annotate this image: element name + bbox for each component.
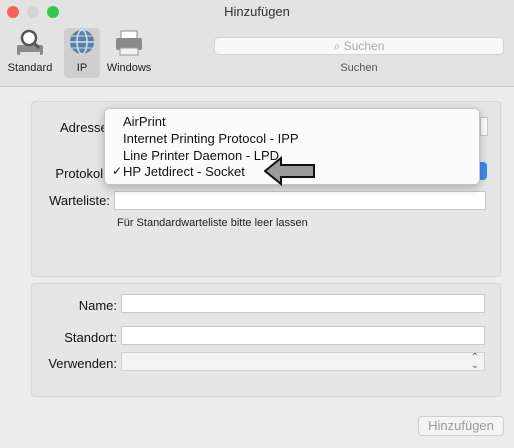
menu-item-ipp[interactable]: Internet Printing Protocol - IPP <box>105 131 479 147</box>
tool-ip-label: IP <box>76 62 88 74</box>
location-label: Standort: <box>64 330 117 345</box>
queue-hint: Für Standardwarteliste bitte leer lassen <box>117 217 308 229</box>
magnifier-printer-icon <box>17 29 43 56</box>
windows-printer-icon <box>116 30 142 56</box>
search-label: Suchen <box>340 62 378 74</box>
tool-standard-label: Standard <box>7 62 53 74</box>
menu-item-label: Internet Printing Protocol - IPP <box>123 131 299 146</box>
checkmark-icon: ✓ <box>112 164 123 178</box>
tool-windows[interactable]: Windows <box>104 28 154 78</box>
search-input[interactable]: ⌕ Suchen <box>214 37 504 55</box>
queue-field[interactable] <box>114 191 486 210</box>
location-field[interactable] <box>121 326 485 345</box>
search-icon: ⌕ <box>333 39 341 53</box>
name-label: Name: <box>78 298 117 313</box>
add-button[interactable]: Hinzufügen <box>418 416 504 436</box>
globe-icon <box>70 29 94 55</box>
address-label: Adresse <box>60 120 108 135</box>
menu-item-label: HP Jetdirect - Socket <box>123 164 245 179</box>
tool-windows-label: Windows <box>106 62 152 74</box>
use-label: Verwenden: <box>48 356 117 371</box>
menu-item-label: AirPrint <box>123 114 166 129</box>
address-field[interactable] <box>480 117 488 136</box>
tool-ip[interactable]: IP <box>64 28 100 78</box>
updown-chevron-icon: ⌃ ⌄ <box>470 352 479 371</box>
queue-label: Warteliste: <box>49 193 110 208</box>
menu-item-label: Line Printer Daemon - LPD <box>123 148 280 163</box>
protocol-popup-button[interactable] <box>479 162 487 180</box>
name-field[interactable] <box>121 294 485 313</box>
menu-item-airprint[interactable]: AirPrint <box>105 114 479 130</box>
protocol-label: Protokoll <box>55 166 106 181</box>
window-title: Hinzufügen <box>224 4 290 19</box>
use-select[interactable]: ⌃ ⌄ <box>121 352 485 371</box>
left-arrow-icon <box>264 156 315 186</box>
tool-standard[interactable]: Standard <box>6 28 54 78</box>
search-placeholder: Suchen <box>343 39 385 53</box>
